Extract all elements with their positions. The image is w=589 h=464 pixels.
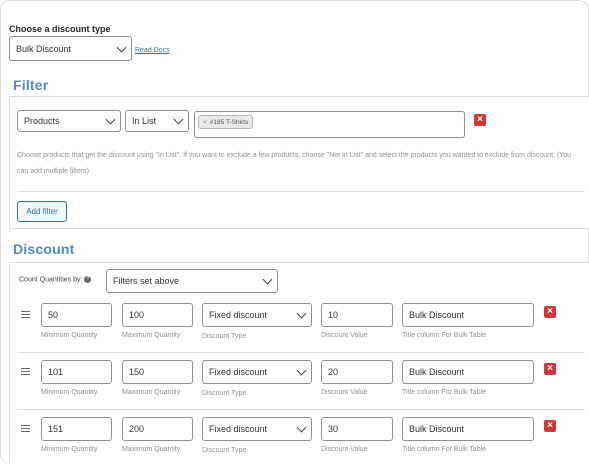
drag-handle-icon[interactable] (21, 425, 30, 432)
discount-type-sublabel: Discount Type (202, 390, 247, 397)
close-icon: × (547, 420, 553, 431)
row-3-value-input[interactable]: 30 (321, 417, 393, 441)
max-quantity-label: Maximum Quantity (122, 332, 181, 339)
discount-type-sublabel: Discount Type (202, 447, 247, 454)
count-quantities-text: Count Quantities by: (19, 276, 83, 284)
filter-divider (17, 191, 585, 192)
row-2-max-input[interactable]: 150 (122, 360, 193, 384)
row-1-delete-button[interactable]: × (544, 306, 556, 318)
chevron-down-icon (173, 114, 184, 125)
row-divider (17, 409, 585, 410)
count-quantities-value: Filters set above (113, 276, 180, 286)
row-3-type-value: Fixed discount (209, 424, 268, 434)
read-docs-link[interactable]: Read Docs (135, 47, 170, 54)
discount-type-value: Bulk Discount (16, 43, 72, 54)
filter-field-value: Products (24, 116, 60, 126)
close-icon: × (547, 363, 553, 374)
discount-type-sublabel: Discount Type (202, 333, 247, 340)
filter-condition-value: In List (132, 116, 157, 126)
row-2-type-select[interactable]: Fixed discount (202, 360, 312, 384)
max-quantity-label: Maximum Quantity (122, 446, 181, 453)
title-column-label: Title column For Bulk Table (402, 332, 487, 339)
row-divider (17, 352, 585, 353)
chevron-down-icon (105, 114, 116, 125)
chevron-down-icon (296, 308, 307, 319)
row-2-value-input[interactable]: 20 (321, 360, 393, 384)
filter-field-select[interactable]: Products (17, 110, 121, 132)
min-quantity-label: Minimum Quantity (41, 446, 98, 453)
help-icon[interactable]: ? (84, 276, 92, 283)
row-3-title-input[interactable]: Bulk Discount (402, 417, 534, 441)
count-quantities-select[interactable]: Filters set above (106, 269, 278, 293)
min-quantity-label: Minimum Quantity (41, 389, 98, 396)
row-1-max-input[interactable]: 100 (122, 303, 193, 327)
row-1-min-input[interactable]: 50 (41, 303, 112, 327)
close-icon: × (547, 306, 553, 317)
row-2-delete-button[interactable]: × (544, 363, 556, 375)
discount-value-label: Discount Value (321, 332, 368, 339)
title-column-label: Title column For Bulk Table (402, 389, 487, 396)
row-1-type-value: Fixed discount (209, 310, 268, 320)
tag-remove-icon[interactable]: × (203, 119, 207, 126)
title-column-label: Title column For Bulk Table (402, 446, 487, 453)
drag-handle-icon[interactable] (21, 311, 30, 318)
count-quantities-label: Count Quantities by: ? (19, 276, 92, 284)
row-2-title-input[interactable]: Bulk Discount (402, 360, 534, 384)
row-3-max-input[interactable]: 200 (122, 417, 193, 441)
drag-handle-icon[interactable] (21, 368, 30, 375)
max-quantity-label: Maximum Quantity (122, 389, 181, 396)
close-icon: × (477, 114, 483, 125)
discount-type-label: Choose a discount type (9, 24, 111, 34)
chevron-down-icon (296, 422, 307, 433)
filter-heading: Filter (13, 77, 49, 93)
row-2-type-value: Fixed discount (209, 367, 268, 377)
row-3-type-select[interactable]: Fixed discount (202, 417, 312, 441)
discount-type-select[interactable]: Bulk Discount (9, 36, 132, 61)
row-3-delete-button[interactable]: × (544, 420, 556, 432)
row-1-title-input[interactable]: Bulk Discount (402, 303, 534, 327)
row-1-value-input[interactable]: 10 (321, 303, 393, 327)
filter-help-text: Choose products that get the discount us… (17, 152, 572, 175)
row-3-min-input[interactable]: 151 (41, 417, 112, 441)
discount-heading: Discount (13, 241, 75, 257)
chevron-down-icon (262, 274, 273, 285)
discount-value-label: Discount Value (321, 389, 368, 396)
min-quantity-label: Minimum Quantity (41, 332, 98, 339)
product-tag-label: #185 T-Shirts (209, 118, 249, 126)
discount-value-label: Discount Value (321, 446, 368, 453)
row-1-type-select[interactable]: Fixed discount (202, 303, 312, 327)
chevron-down-icon (296, 365, 307, 376)
chevron-down-icon (116, 42, 127, 52)
filter-condition-select[interactable]: In List (125, 110, 189, 132)
row-2-min-input[interactable]: 101 (41, 360, 112, 384)
add-filter-button[interactable]: Add filter (17, 201, 67, 222)
remove-filter-button[interactable]: × (474, 114, 486, 126)
product-tag[interactable]: × #185 T-Shirts (198, 115, 254, 129)
